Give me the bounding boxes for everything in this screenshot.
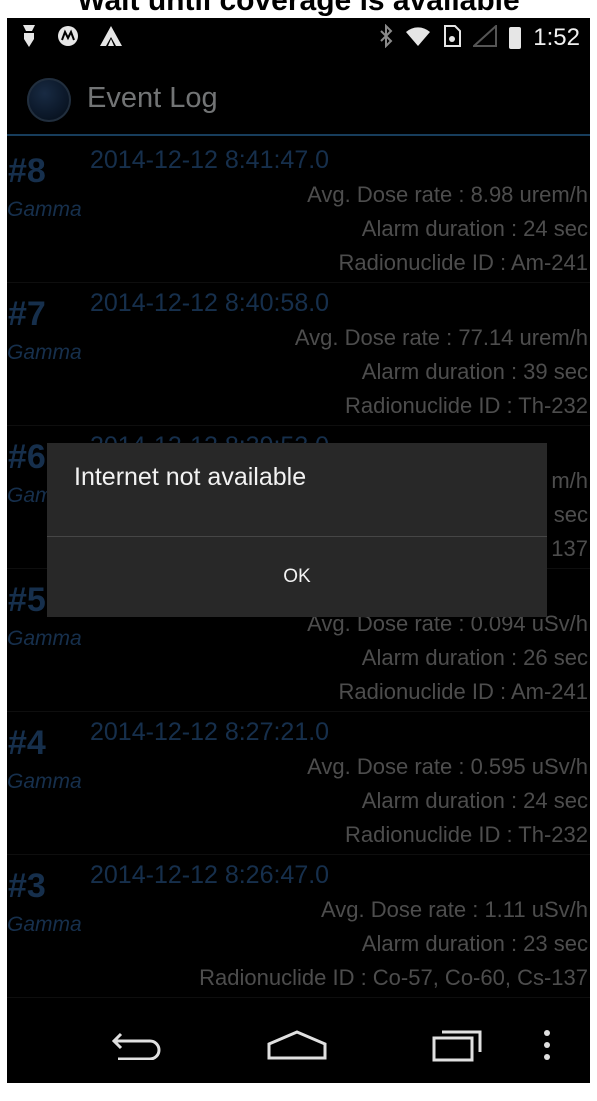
wifi-icon <box>405 25 431 51</box>
sim-icon <box>443 25 462 51</box>
phone-screen: 1:52 Event Log #8 2014-12-12 8:41:47.0 G… <box>7 18 590 1083</box>
battery-icon <box>509 27 522 49</box>
status-bar: 1:52 <box>7 18 590 64</box>
overflow-menu-icon <box>542 1028 552 1066</box>
caption-text: Wait until coverage is available <box>77 0 520 17</box>
bluetooth-icon <box>379 23 393 52</box>
signal-icon <box>471 23 498 51</box>
usb-debug-icon <box>21 24 37 52</box>
home-icon <box>266 1030 328 1064</box>
recents-icon <box>431 1028 483 1066</box>
dialog-message: Internet not available <box>74 463 307 491</box>
navigation-bar <box>7 1008 590 1083</box>
home-button[interactable] <box>262 1022 332 1072</box>
back-icon <box>111 1030 163 1064</box>
back-button[interactable] <box>102 1022 172 1072</box>
overflow-menu-button[interactable] <box>522 1022 572 1072</box>
recents-button[interactable] <box>422 1022 492 1072</box>
alert-dialog: Internet not available OK <box>47 443 547 617</box>
status-time: 1:52 <box>533 24 580 51</box>
motorola-icon <box>57 25 79 51</box>
ok-button[interactable]: OK <box>47 537 547 617</box>
app-notification-icon <box>99 25 123 51</box>
